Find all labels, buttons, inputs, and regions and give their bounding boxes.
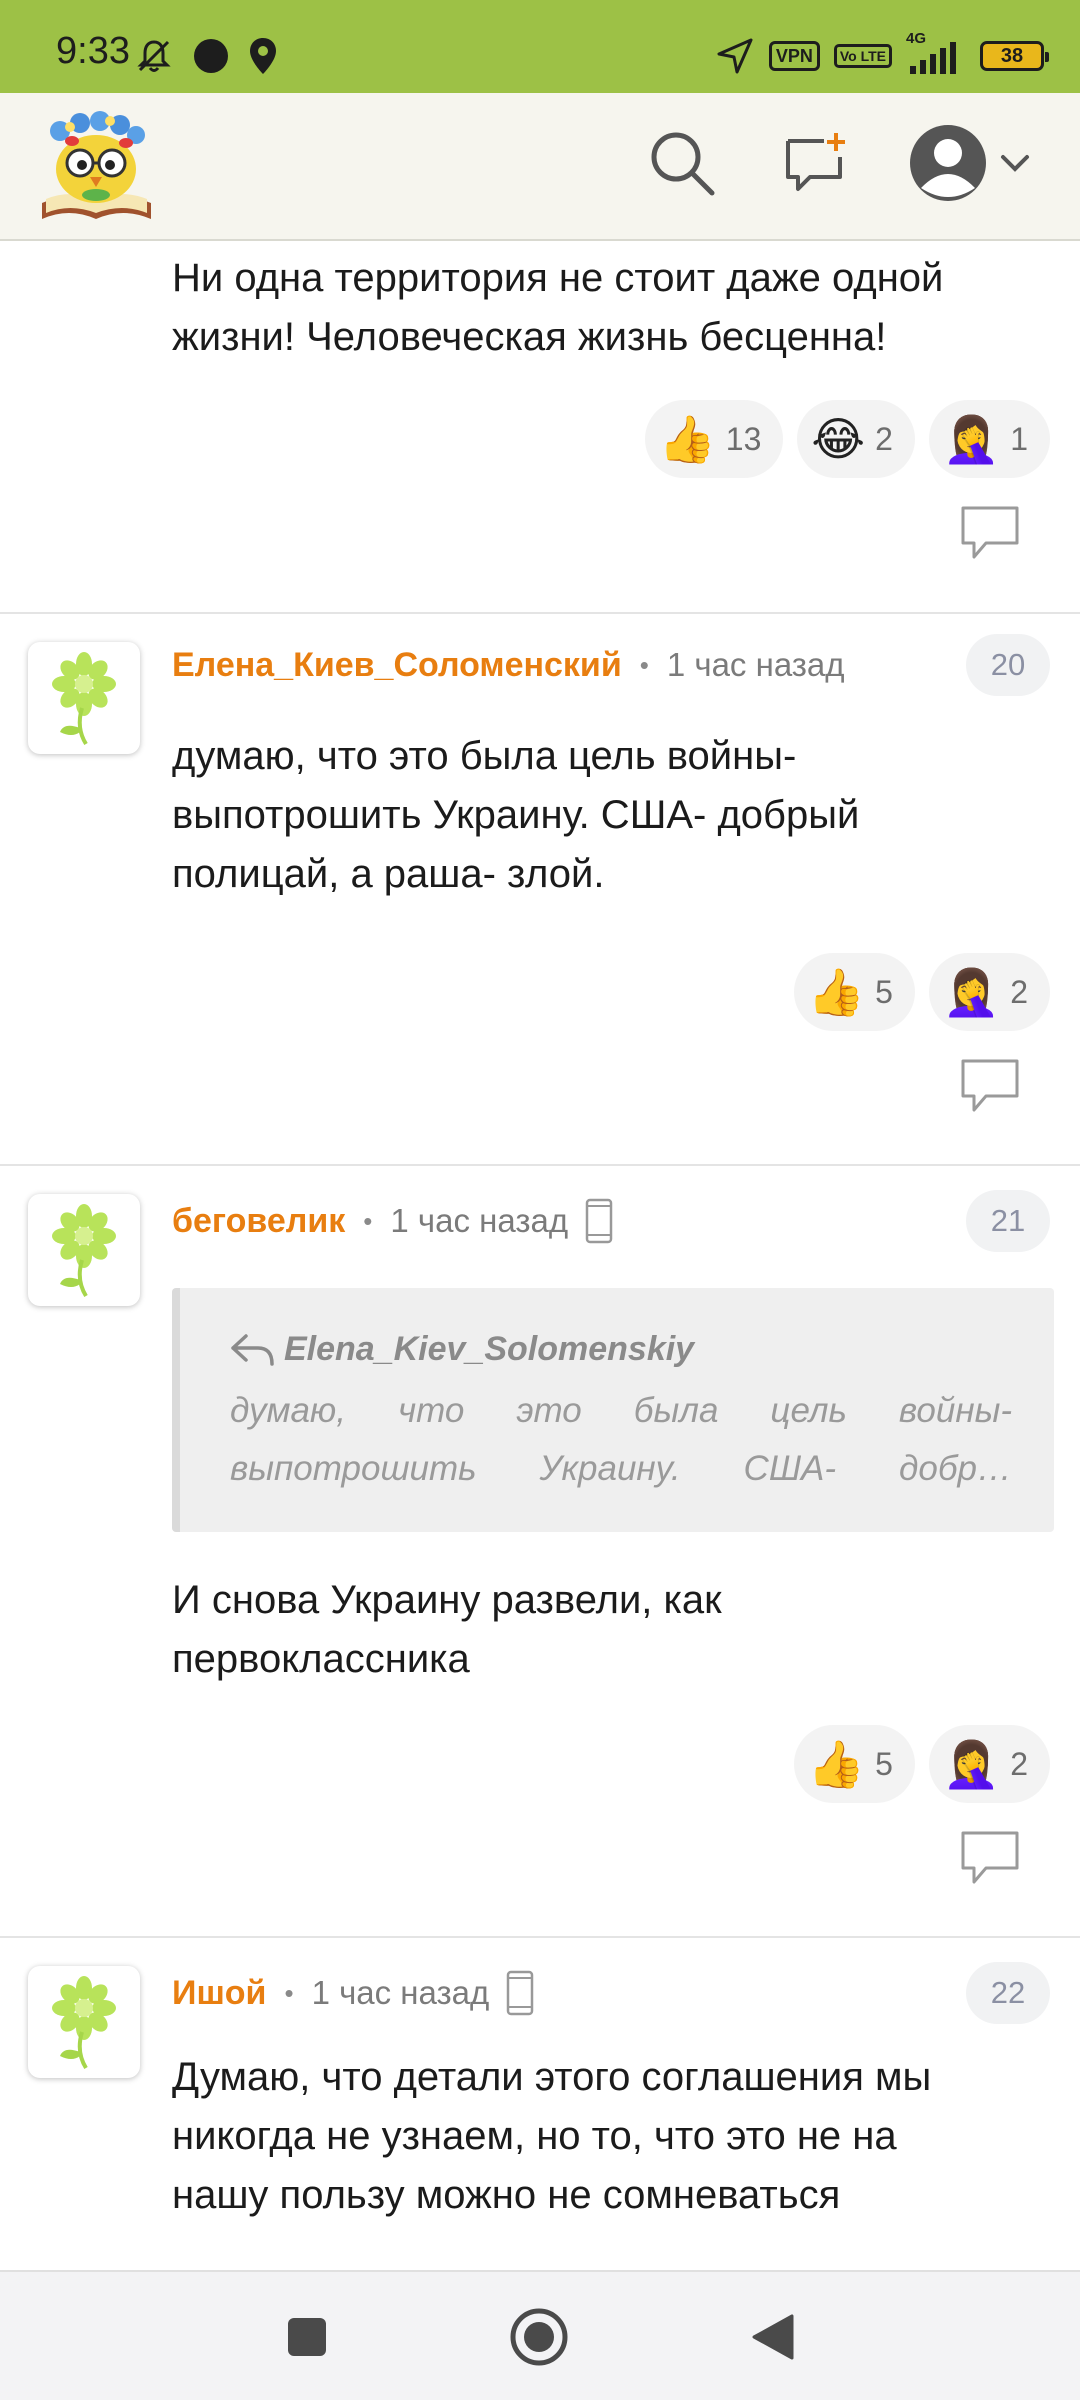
author-name[interactable]: Елена_Киев_Соломенский (172, 646, 622, 685)
reaction-count: 1 (1010, 420, 1028, 457)
separator-dot: • (284, 1977, 294, 2008)
reply-icon[interactable] (960, 1058, 1020, 1114)
battery-indicator: 38 (980, 41, 1049, 71)
home-circle-icon (510, 2308, 568, 2366)
text-line: Думаю, что детали этого соглашения мы (172, 2055, 932, 2099)
reaction-count: 2 (875, 420, 893, 457)
system-nav-bar (0, 2270, 1080, 2400)
thumbs-up-icon: 👍 (658, 412, 716, 466)
dot-icon (194, 39, 228, 73)
quote-author: Elena_Kiev_Solomenskiy (230, 1330, 694, 1369)
reply-icon[interactable] (960, 505, 1020, 561)
navigation-arrow-icon (717, 38, 753, 74)
comment-text: Ни одна территория не стоит даже одной ж… (172, 256, 944, 359)
profile-menu-button[interactable] (900, 123, 1040, 203)
back-triangle-icon (752, 2314, 794, 2360)
reaction-count: 2 (1010, 973, 1028, 1010)
search-button[interactable] (642, 123, 722, 203)
text-line: выпотрошить Украину. США- добрый (172, 793, 860, 837)
comment-text: думаю, что это была цель войны- выпотрош… (172, 727, 1054, 904)
profile-icon (910, 125, 986, 201)
quote-author-name: Elena_Kiev_Solomenskiy (284, 1330, 695, 1368)
reactions: 👍 5 🤦‍♀️ 2 (793, 953, 1050, 1031)
comment-text: Думаю, что детали этого соглашения мы ни… (172, 2048, 1054, 2225)
text-line: нашу пользу можно не сомневаться (172, 2173, 841, 2217)
quote-text-line: думаю, что это была цель войны- (230, 1391, 1012, 1430)
owl-book-logo-icon[interactable] (34, 107, 159, 225)
thumbs-up-icon: 👍 (807, 1737, 866, 1791)
reaction-count: 13 (725, 420, 762, 457)
timestamp: 1 час назад (311, 1974, 490, 2011)
reaction-count: 5 (875, 973, 893, 1010)
vpn-badge: VPN (768, 41, 820, 71)
comment-21-body: Elena_Kiev_Solomenskiy думаю, что это бы… (0, 1166, 1080, 1936)
reactions: 👍 13 😂 2 🤦‍♀️ 1 (644, 400, 1050, 478)
flower-avatar-icon (52, 652, 116, 746)
location-pin-icon (250, 38, 276, 74)
status-bar: 9:33 VPN Vo LTE 4G 38 (0, 0, 1080, 93)
facepalm-icon: 🤦‍♀️ (942, 1737, 1001, 1791)
comment: Елена_Киев_Соломенский • 1 час назад 20 … (0, 614, 1080, 1164)
signal-strength: 4G (906, 30, 966, 76)
laughing-face-icon: 😂 (811, 412, 866, 466)
new-post-button[interactable] (774, 123, 854, 203)
reply-arrow-icon (231, 1333, 274, 1366)
text-line: полицай, а раша- злой. (172, 852, 605, 896)
thumbs-up-icon: 👍 (807, 965, 866, 1019)
reaction-facepalm-button[interactable]: 🤦‍♀️ 1 (928, 400, 1050, 478)
reply-icon[interactable] (960, 1830, 1020, 1886)
avatar[interactable] (28, 1966, 140, 2078)
reaction-like-button[interactable]: 👍 13 (644, 400, 784, 478)
reactions: 👍 5 🤦‍♀️ 2 (793, 1725, 1050, 1803)
home-button[interactable] (504, 2302, 574, 2372)
text-line: думаю, что это была цель войны- (172, 734, 797, 778)
comment-text: И снова Украину развели, как первоклассн… (172, 1571, 1054, 1689)
battery-level: 38 (1000, 44, 1024, 67)
comment-number[interactable]: 22 (966, 1962, 1050, 2024)
muted-bell-icon (137, 40, 171, 72)
comment-number[interactable]: 20 (966, 634, 1050, 696)
text-line: никогда не узнаем, но то, что это не на (172, 2114, 897, 2158)
search-icon (651, 132, 715, 196)
mobile-device-icon (507, 1970, 534, 2016)
text-line: И снова Украину развели, как (172, 1578, 722, 1622)
status-time: 9:33 (56, 30, 130, 72)
facepalm-icon: 🤦‍♀️ (942, 412, 1001, 466)
flower-avatar-icon (52, 1976, 116, 2070)
reaction-facepalm-button[interactable]: 🤦‍♀️ 2 (928, 1725, 1050, 1803)
chevron-down-icon (1001, 155, 1029, 172)
facepalm-icon: 🤦‍♀️ (942, 965, 1001, 1019)
reaction-like-button[interactable]: 👍 5 (793, 953, 915, 1031)
timestamp: 1 час назад (666, 646, 845, 683)
volte-badge: Vo LTE (833, 44, 892, 68)
reaction-like-button[interactable]: 👍 5 (793, 1725, 915, 1803)
new-post-icon (786, 133, 845, 191)
quote-text-line: выпотрошить Украину. США- добр… (230, 1449, 1012, 1488)
app-header (0, 93, 1080, 241)
reaction-count: 5 (875, 1745, 893, 1782)
reaction-laugh-button[interactable]: 😂 2 (797, 400, 915, 478)
reaction-facepalm-button[interactable]: 🤦‍♀️ 2 (928, 953, 1050, 1031)
comment-meta: Ишой • 1 час назад (172, 1968, 535, 2018)
back-button[interactable] (738, 2302, 808, 2372)
separator-dot: • (639, 649, 649, 680)
square-icon (288, 2318, 326, 2356)
signal-icon (910, 42, 956, 74)
text-line: первоклассника (172, 1637, 470, 1681)
comment: Ишой • 1 час назад 22 Думаю, что детали … (0, 1938, 1080, 2270)
comment-meta: Елена_Киев_Соломенский • 1 час назад (172, 640, 845, 690)
recent-apps-button[interactable] (272, 2302, 342, 2372)
avatar[interactable] (28, 642, 140, 754)
quoted-reply-box[interactable]: Elena_Kiev_Solomenskiy думаю, что это бы… (172, 1288, 1054, 1532)
author-name[interactable]: Ишой (172, 1974, 266, 2013)
reaction-count: 2 (1010, 1745, 1028, 1782)
